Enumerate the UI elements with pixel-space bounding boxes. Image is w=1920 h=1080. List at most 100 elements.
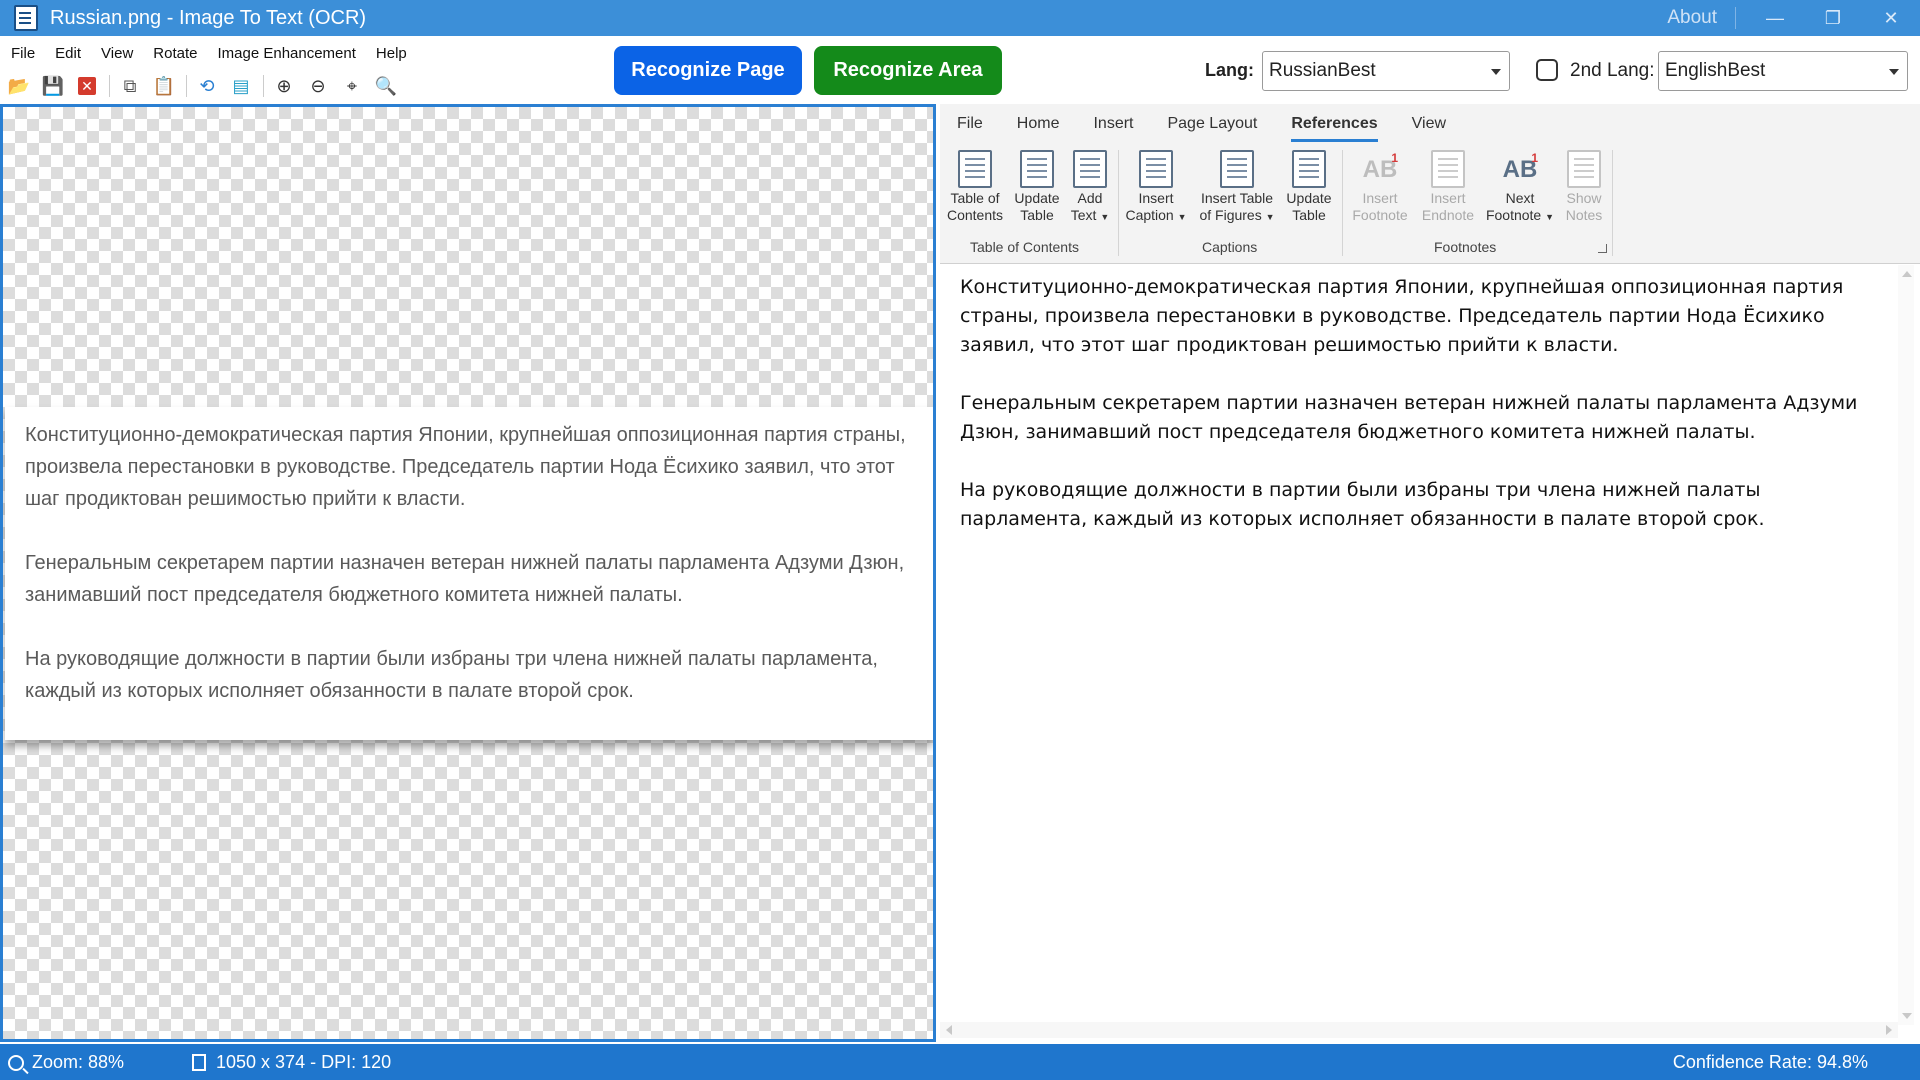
separator	[263, 75, 264, 97]
chevron-down-icon	[1491, 69, 1501, 75]
insert-caption-button[interactable]: Insert Caption ▼	[1124, 150, 1188, 226]
title-bar: Russian.png - Image To Text (OCR) About …	[0, 0, 1920, 36]
separator	[109, 75, 110, 97]
insert-table-of-figures-icon	[1220, 150, 1254, 188]
ocr-text-icon[interactable]: ▤	[227, 73, 255, 99]
update-table-icon	[1292, 150, 1326, 188]
insert-footnote-button[interactable]: AB 1 Insert Footnote	[1348, 150, 1412, 224]
source-image[interactable]: Конституционно-демократическая партия Яп…	[5, 407, 933, 740]
button-label: Footnote	[1485, 207, 1542, 223]
second-lang-select-value: EnglishBest	[1665, 60, 1766, 81]
toolbar: 📂 💾 ✕ ⧉ 📋 ⟲ ▤ ⊕ ⊖ ⌖ 🔍	[5, 72, 406, 100]
zoom-text: Zoom: 88%	[32, 1052, 125, 1072]
show-notes-button[interactable]: Show Notes	[1562, 150, 1606, 224]
chevron-down-icon	[1889, 69, 1899, 75]
open-folder-icon[interactable]: 📂	[5, 73, 33, 99]
footnotes-dialog-launcher-icon[interactable]	[1598, 244, 1607, 253]
restore-icon[interactable]: ❐	[1804, 0, 1862, 36]
magnifier-icon	[8, 1054, 24, 1071]
update-table-button[interactable]: Update Table	[1012, 150, 1062, 224]
tab-home[interactable]: Home	[1017, 115, 1060, 142]
second-lang-select[interactable]: EnglishBest	[1658, 51, 1908, 91]
button-label: Insert Table	[1200, 190, 1274, 206]
window-title: Russian.png - Image To Text (OCR)	[50, 6, 367, 29]
tab-page-layout[interactable]: Page Layout	[1167, 115, 1257, 142]
separator	[186, 75, 187, 97]
next-footnote-button[interactable]: AB 1 Next Footnote ▼	[1482, 150, 1558, 226]
group-label-footnotes: Footnotes	[1434, 239, 1497, 255]
minimize-icon[interactable]: —	[1746, 0, 1804, 36]
rotate-icon[interactable]: ⟲	[193, 73, 221, 99]
tab-insert[interactable]: Insert	[1093, 115, 1133, 142]
button-label: Endnote	[1421, 207, 1475, 223]
tab-view[interactable]: View	[1412, 115, 1446, 142]
tab-file[interactable]: File	[957, 115, 983, 142]
table-of-contents-icon	[958, 150, 992, 188]
editor-paragraph[interactable]: Конституционно-демократическая партия Яп…	[960, 273, 1885, 360]
image-size-text: 1050 x 374 - DPI: 120	[216, 1052, 392, 1072]
lang-select[interactable]: RussianBest	[1262, 51, 1510, 91]
ocr-result-editor[interactable]: Конституционно-демократическая партия Яп…	[940, 265, 1905, 1025]
status-bar: Zoom: 88% 1050 x 374 - DPI: 120 Confiden…	[0, 1044, 1920, 1080]
recognize-page-button[interactable]: Recognize Page	[614, 46, 802, 95]
editor-vertical-scrollbar[interactable]	[1898, 265, 1914, 1025]
button-label: Notes	[1565, 207, 1603, 223]
save-icon[interactable]: 💾	[39, 73, 67, 99]
menu-file[interactable]: File	[11, 45, 35, 62]
menu-bar: File Edit View Rotate Image Enhancement …	[0, 36, 427, 70]
editor-horizontal-scrollbar[interactable]	[940, 1022, 1898, 1038]
lang-select-value: RussianBest	[1269, 60, 1376, 81]
insert-caption-icon	[1139, 150, 1173, 188]
update-table-icon	[1020, 150, 1054, 188]
button-label: Contents	[946, 207, 1004, 223]
separator	[1118, 150, 1119, 256]
insert-footnote-icon: AB 1	[1362, 151, 1398, 183]
editor-paragraph[interactable]: Генеральным секретарем партии назначен в…	[960, 389, 1885, 447]
scroll-left-icon[interactable]	[946, 1025, 952, 1035]
menu-edit[interactable]: Edit	[55, 45, 81, 62]
editor-paragraph[interactable]: На руководящие должности в партии были и…	[960, 476, 1885, 534]
menu-help[interactable]: Help	[376, 45, 407, 62]
chevron-down-icon: ▼	[1265, 212, 1275, 222]
menu-image-enhancement[interactable]: Image Enhancement	[217, 45, 355, 62]
close-file-icon[interactable]: ✕	[73, 73, 101, 99]
button-label: Table	[1292, 207, 1326, 223]
copy-icon[interactable]: ⧉	[116, 73, 144, 99]
image-size-status: 1050 x 374 - DPI: 120	[192, 1052, 391, 1073]
scroll-right-icon[interactable]	[1886, 1025, 1892, 1035]
update-table-figures-button[interactable]: Update Table	[1284, 150, 1334, 224]
image-paragraph: Генеральным секретарем партии назначен в…	[25, 552, 905, 606]
add-text-button[interactable]: Add Text ▼	[1068, 150, 1112, 226]
button-label: Insert	[1362, 190, 1398, 206]
about-link[interactable]: About	[1667, 7, 1717, 29]
zoom-100-icon[interactable]: 🔍	[372, 73, 400, 99]
zoom-out-icon[interactable]: ⊖	[304, 73, 332, 99]
add-text-icon	[1073, 150, 1107, 188]
button-label: Insert	[1138, 190, 1174, 206]
paste-icon[interactable]: 📋	[150, 73, 178, 99]
separator	[1612, 150, 1613, 256]
close-icon[interactable]: ✕	[1862, 0, 1920, 36]
scroll-down-icon[interactable]	[1902, 1013, 1912, 1019]
window-controls: About — ❐ ✕	[1667, 0, 1920, 36]
button-label: Footnote	[1352, 207, 1408, 223]
app-icon	[14, 5, 38, 31]
image-preview-pane[interactable]: Конституционно-демократическая партия Яп…	[0, 104, 936, 1042]
tab-references[interactable]: References	[1291, 115, 1378, 142]
scroll-up-icon[interactable]	[1902, 271, 1912, 277]
insert-endnote-button[interactable]: Insert Endnote	[1416, 150, 1480, 224]
button-label: of Figures	[1199, 207, 1262, 223]
button-label: Show	[1566, 190, 1602, 206]
button-label: Next	[1505, 190, 1535, 206]
group-label-captions: Captions	[1202, 239, 1258, 255]
chevron-down-icon: ▼	[1100, 212, 1110, 222]
table-of-contents-button[interactable]: Table of Contents	[944, 150, 1006, 224]
menu-rotate[interactable]: Rotate	[153, 45, 197, 62]
menu-view[interactable]: View	[101, 45, 133, 62]
zoom-in-icon[interactable]: ⊕	[270, 73, 298, 99]
second-lang-checkbox[interactable]	[1536, 59, 1558, 81]
insert-table-of-figures-button[interactable]: Insert Table of Figures ▼	[1196, 150, 1278, 226]
zoom-fit-icon[interactable]: ⌖	[338, 73, 366, 99]
recognize-area-button[interactable]: Recognize Area	[814, 46, 1002, 95]
show-notes-icon	[1567, 150, 1601, 188]
